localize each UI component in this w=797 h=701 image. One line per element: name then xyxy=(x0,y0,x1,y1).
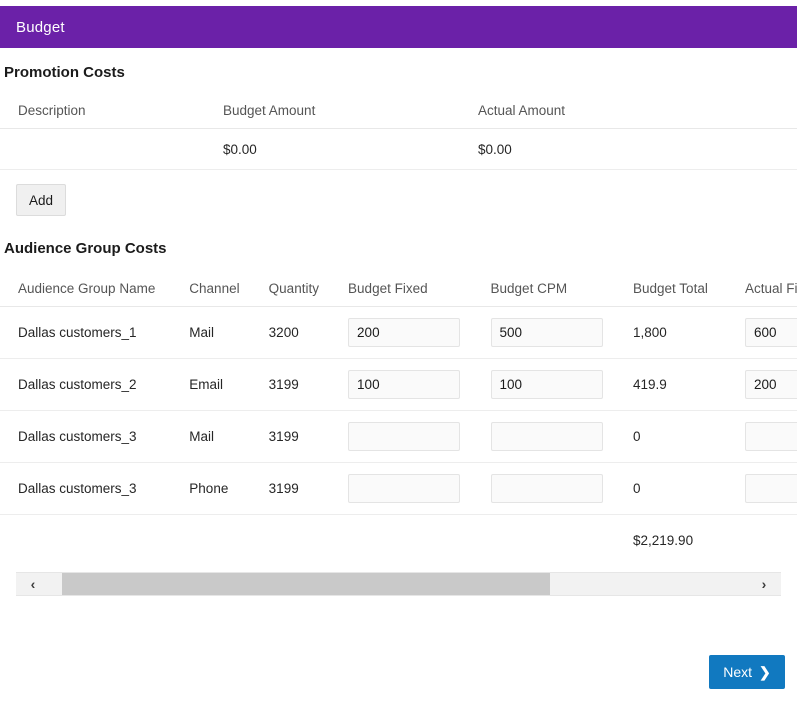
column-header-budget-cpm[interactable]: Budget CPM xyxy=(490,273,634,307)
add-button[interactable]: Add xyxy=(16,184,66,216)
totals-spacer-channel xyxy=(189,515,268,567)
cell-actual-fixed xyxy=(744,410,797,463)
cell-audience-group-name: Dallas customers_2 xyxy=(0,358,190,411)
budget-fixed-input[interactable] xyxy=(348,474,461,503)
totals-spacer-name xyxy=(0,515,189,567)
audience-group-costs-table: Audience Group Name Channel Quantity Bud… xyxy=(0,273,797,566)
cell-description xyxy=(0,128,223,170)
budget-cpm-input[interactable] xyxy=(490,370,603,399)
promotion-costs-header: Description Budget Amount Actual Amount xyxy=(0,95,797,129)
column-header-channel[interactable]: Channel xyxy=(189,273,269,307)
audience-group-costs-header: Audience Group Name Channel Quantity Bud… xyxy=(0,273,797,307)
table-row[interactable]: Dallas customers_3 Phone 3199 0 xyxy=(0,462,797,515)
actual-fixed-input[interactable] xyxy=(744,474,797,503)
column-header-budget-total[interactable]: Budget Total xyxy=(633,273,745,307)
audience-group-costs-table-wrap: Audience Group Name Channel Quantity Bud… xyxy=(0,273,797,596)
totals-spacer-quantity xyxy=(269,515,348,567)
budget-fixed-input[interactable] xyxy=(348,318,461,347)
column-header-budget-fixed[interactable]: Budget Fixed xyxy=(348,273,491,307)
cell-quantity: 3199 xyxy=(268,462,349,515)
page-title: Budget xyxy=(16,18,65,36)
cell-actual-fixed xyxy=(744,358,797,411)
scrollbar-thumb[interactable] xyxy=(62,573,550,595)
cell-audience-group-name: Dallas customers_3 xyxy=(0,462,190,515)
totals-budget-total: $2,219.90 xyxy=(633,533,694,548)
cell-budget-cpm xyxy=(490,358,634,411)
budget-cpm-input[interactable] xyxy=(490,474,603,503)
table-row[interactable]: Dallas customers_1 Mail 3200 1,800 xyxy=(0,306,797,359)
column-header-description[interactable]: Description xyxy=(0,95,223,129)
page-banner: Budget xyxy=(0,6,797,48)
actual-fixed-input[interactable] xyxy=(744,370,797,399)
cell-quantity: 3199 xyxy=(268,358,349,411)
cell-budget-total: 1,800 xyxy=(633,306,745,359)
column-header-actual-fixed[interactable]: Actual Fixed xyxy=(744,273,797,307)
cell-audience-group-name: Dallas customers_3 xyxy=(0,410,190,463)
totals-spacer-actual-fixed xyxy=(745,515,797,567)
actual-fixed-input[interactable] xyxy=(744,422,797,451)
cell-budget-total: 0 xyxy=(633,410,745,463)
next-button[interactable]: Next ❯ xyxy=(709,655,785,689)
cell-budget-total: 419.9 xyxy=(633,358,745,411)
chevron-right-icon[interactable]: › xyxy=(747,573,781,595)
next-button-label: Next xyxy=(723,664,753,680)
totals-spacer-budget-fixed xyxy=(348,515,490,567)
audience-group-costs-body: Dallas customers_1 Mail 3200 1,800 xyxy=(0,306,797,567)
cell-actual-amount: $0.00 xyxy=(478,128,797,170)
totals-spacer-budget-cpm xyxy=(491,515,633,567)
cell-channel: Mail xyxy=(189,306,269,359)
promotion-costs-body: $0.00 $0.00 xyxy=(0,128,797,170)
horizontal-scrollbar[interactable]: ‹ › xyxy=(16,572,781,596)
cell-budget-fixed xyxy=(348,410,491,463)
column-header-quantity[interactable]: Quantity xyxy=(268,273,349,307)
column-header-audience-group-name[interactable]: Audience Group Name xyxy=(0,273,190,307)
cell-actual-fixed xyxy=(744,306,797,359)
budget-fixed-input[interactable] xyxy=(348,370,461,399)
cell-channel: Phone xyxy=(189,462,269,515)
table-row[interactable]: $0.00 $0.00 xyxy=(0,128,797,170)
cell-audience-group-name: Dallas customers_1 xyxy=(0,306,190,359)
audience-group-costs-scroll-region[interactable]: Audience Group Name Channel Quantity Bud… xyxy=(0,273,797,566)
promotion-costs-heading: Promotion Costs xyxy=(4,64,125,81)
promotion-costs-table-wrap: Description Budget Amount Actual Amount … xyxy=(0,95,797,170)
chevron-left-icon[interactable]: ‹ xyxy=(16,573,50,595)
budget-fixed-input[interactable] xyxy=(348,422,461,451)
table-totals-row: $2,219.90 xyxy=(0,515,797,567)
footer: Next ❯ xyxy=(709,655,785,689)
table-row[interactable]: Dallas customers_3 Mail 3199 0 xyxy=(0,410,797,463)
table-row[interactable]: Dallas customers_2 Email 3199 419.9 xyxy=(0,358,797,411)
cell-quantity: 3200 xyxy=(268,306,349,359)
budget-cpm-input[interactable] xyxy=(490,318,603,347)
cell-budget-cpm xyxy=(490,410,634,463)
cell-channel: Mail xyxy=(189,410,269,463)
cell-channel: Email xyxy=(189,358,269,411)
cell-actual-fixed xyxy=(744,462,797,515)
cell-budget-fixed xyxy=(348,462,491,515)
promotion-costs-table: Description Budget Amount Actual Amount … xyxy=(0,95,797,170)
cell-budget-cpm xyxy=(490,306,634,359)
table-header-row: Audience Group Name Channel Quantity Bud… xyxy=(0,273,797,307)
chevron-right-icon: ❯ xyxy=(759,664,771,680)
cell-budget-fixed xyxy=(348,306,491,359)
cell-quantity: 3199 xyxy=(268,410,349,463)
column-header-actual-amount[interactable]: Actual Amount xyxy=(478,95,797,129)
table-header-row: Description Budget Amount Actual Amount xyxy=(0,95,797,129)
cell-budget-fixed xyxy=(348,358,491,411)
cell-budget-total: 0 xyxy=(633,462,745,515)
budget-cpm-input[interactable] xyxy=(490,422,603,451)
actual-fixed-input[interactable] xyxy=(744,318,797,347)
column-header-budget-amount[interactable]: Budget Amount xyxy=(223,95,478,129)
audience-group-costs-heading: Audience Group Costs xyxy=(4,240,167,257)
cell-budget-amount: $0.00 xyxy=(223,128,478,170)
cell-budget-cpm xyxy=(490,462,634,515)
